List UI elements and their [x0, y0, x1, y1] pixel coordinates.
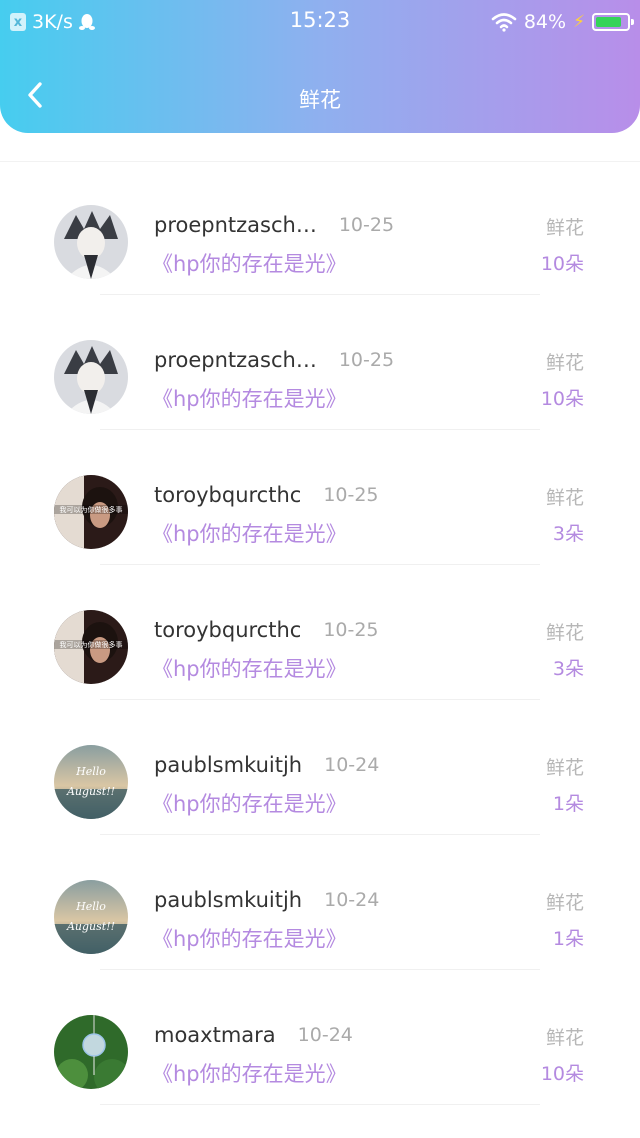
gift-count: 10朵 [540, 253, 584, 275]
book-title[interactable]: 《hp你的存在是光》 [152, 788, 347, 818]
book-title[interactable]: 《hp你的存在是光》 [152, 248, 347, 278]
avatar[interactable] [54, 340, 128, 414]
avatar[interactable] [54, 1015, 128, 1089]
gift-type: 鲜花 [545, 352, 584, 374]
gift-date: 10-24 [324, 889, 380, 911]
gift-type: 鲜花 [545, 1027, 584, 1049]
wifi-icon [491, 13, 517, 32]
charging-icon: ⚡ [573, 12, 585, 32]
user-name[interactable]: proepntzasch… [154, 348, 317, 372]
user-name[interactable]: toroybqurcthc [154, 618, 301, 642]
gift-count: 1朵 [552, 793, 584, 815]
gift-count: 10朵 [540, 388, 584, 410]
gift-count: 1朵 [552, 928, 584, 950]
battery-icon [592, 13, 634, 31]
nav-bar: 鲜花 [0, 60, 640, 132]
list-item[interactable]: Hello August!! paublsmkuitjh 10-24 《hp你的存… [0, 700, 640, 835]
list-item[interactable]: 我可以为你做很多事 toroybqurcthc 10-25 《hp你的存在是光》… [0, 430, 640, 565]
svg-text:我可以为你做很多事: 我可以为你做很多事 [60, 505, 123, 514]
avatar[interactable]: Hello August!! [54, 745, 128, 819]
svg-text:我可以为你做很多事: 我可以为你做很多事 [60, 640, 123, 649]
list-item[interactable]: proepntzasch… 10-25 《hp你的存在是光》 鲜花 10朵 [0, 295, 640, 430]
list-item[interactable]: proepntzasch… 10-25 《hp你的存在是光》 鲜花 10朵 [0, 160, 640, 295]
book-title[interactable]: 《hp你的存在是光》 [152, 383, 347, 413]
gift-date: 10-25 [338, 214, 395, 236]
gift-date: 10-25 [323, 484, 379, 506]
list-item[interactable]: moaxtmara 10-24 《hp你的存在是光》 鲜花 10朵 [0, 970, 640, 1105]
book-title[interactable]: 《hp你的存在是光》 [152, 923, 347, 953]
battery-percent: 84% [523, 11, 567, 33]
gift-list: proepntzasch… 10-25 《hp你的存在是光》 鲜花 10朵 pr… [0, 160, 640, 1105]
gift-date: 10-24 [297, 1024, 353, 1046]
gift-count: 3朵 [552, 658, 584, 680]
gift-type: 鲜花 [545, 487, 584, 509]
book-title[interactable]: 《hp你的存在是光》 [152, 518, 347, 548]
user-name[interactable]: paublsmkuitjh [154, 888, 302, 912]
avatar[interactable]: 我可以为你做很多事 [54, 610, 128, 684]
user-name[interactable]: toroybqurcthc [154, 483, 301, 507]
gift-type: 鲜花 [545, 217, 584, 239]
gift-type: 鲜花 [545, 757, 584, 779]
gift-count: 10朵 [540, 1063, 584, 1085]
list-item[interactable]: 我可以为你做很多事 toroybqurcthc 10-25 《hp你的存在是光》… [0, 565, 640, 700]
avatar[interactable]: 我可以为你做很多事 [54, 475, 128, 549]
row-divider [100, 1104, 540, 1105]
header-bar: x 3K/s 15:23 84% ⚡ 鲜花 [0, 0, 640, 133]
gift-count: 3朵 [552, 523, 584, 545]
gift-date: 10-25 [338, 349, 395, 371]
svg-text:August!!: August!! [66, 920, 115, 933]
svg-text:Hello: Hello [75, 900, 106, 913]
svg-text:August!!: August!! [66, 785, 115, 798]
avatar[interactable]: Hello August!! [54, 880, 128, 954]
svg-text:Hello: Hello [75, 765, 106, 778]
gift-type: 鲜花 [545, 892, 584, 914]
user-name[interactable]: paublsmkuitjh [154, 753, 302, 777]
user-name[interactable]: proepntzasch… [154, 213, 317, 237]
gift-date: 10-24 [324, 754, 380, 776]
user-name[interactable]: moaxtmara [154, 1023, 276, 1047]
avatar[interactable] [54, 205, 128, 279]
gift-type: 鲜花 [545, 622, 584, 644]
book-title[interactable]: 《hp你的存在是光》 [152, 653, 347, 683]
gift-date: 10-25 [323, 619, 379, 641]
page-title: 鲜花 [299, 88, 341, 112]
book-title[interactable]: 《hp你的存在是光》 [152, 1058, 347, 1088]
status-bar: x 3K/s 15:23 84% ⚡ [0, 0, 640, 44]
list-item[interactable]: Hello August!! paublsmkuitjh 10-24 《hp你的存… [0, 835, 640, 970]
